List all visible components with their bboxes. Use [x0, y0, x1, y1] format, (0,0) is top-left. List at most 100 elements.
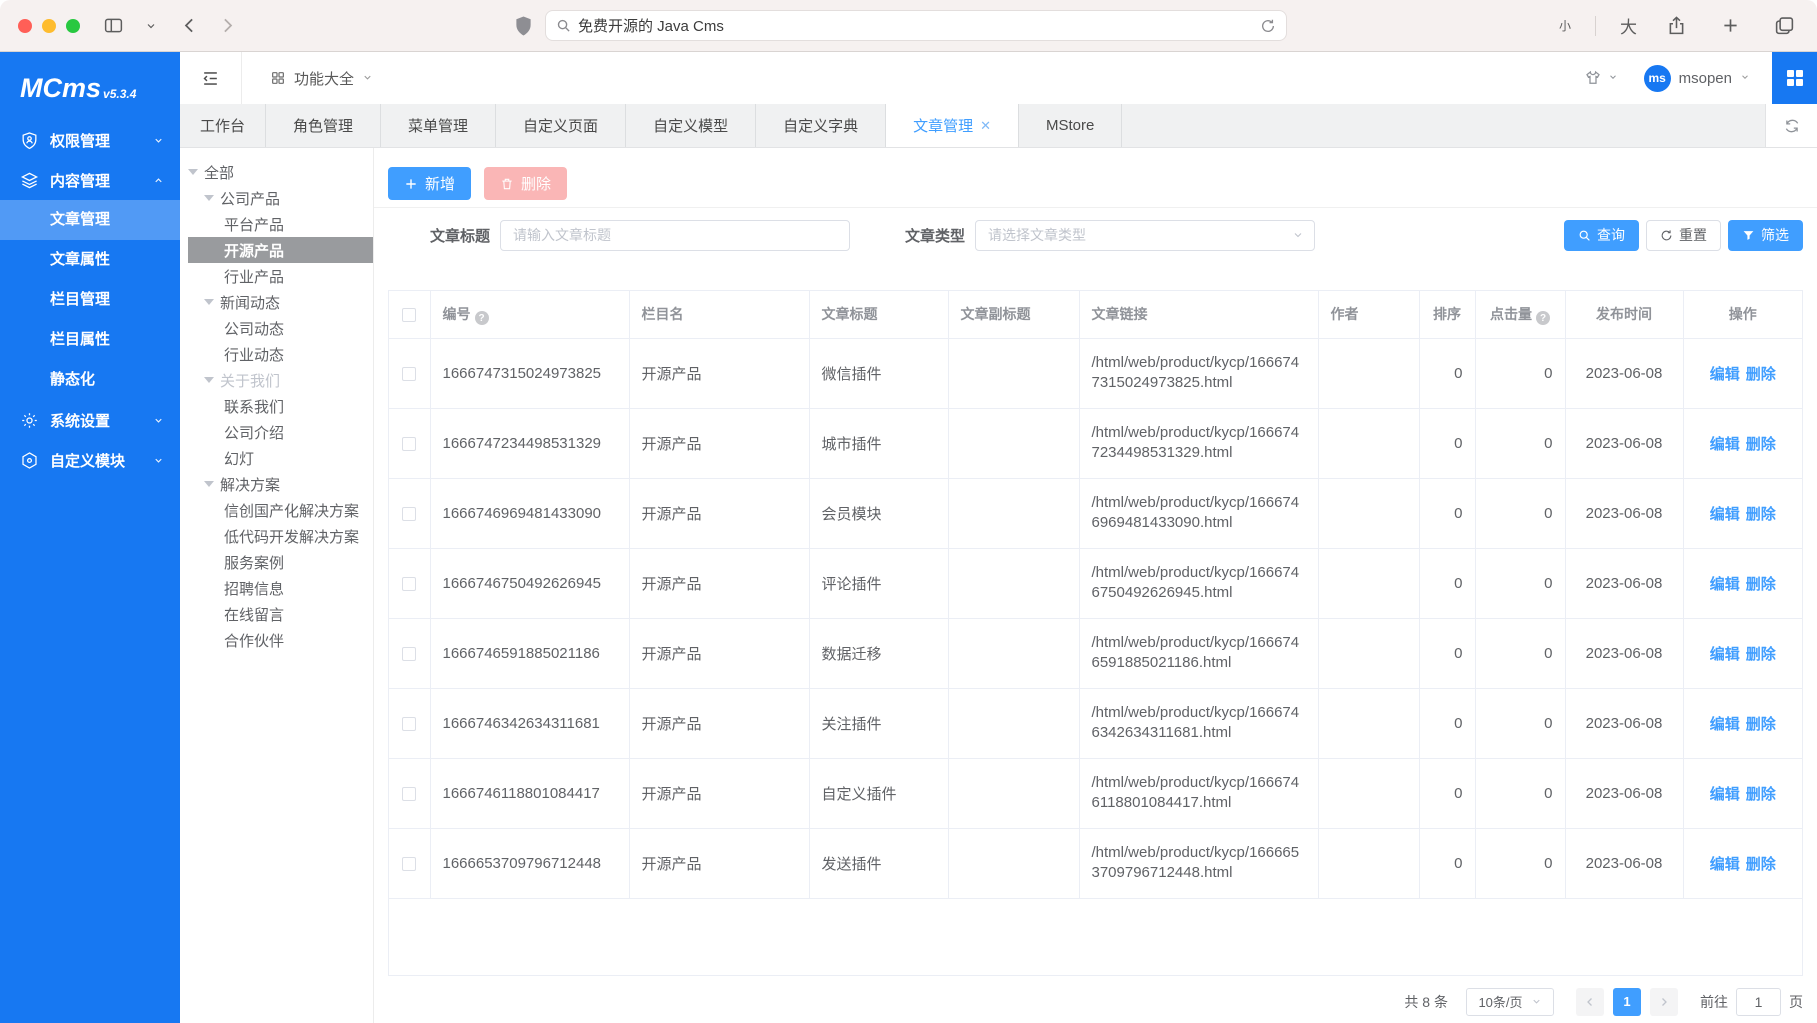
tree-node-全部[interactable]: 全部 [180, 159, 373, 185]
delete-link[interactable]: 删除 [1746, 506, 1776, 523]
sidebar-item-system[interactable]: 系统设置 [0, 400, 180, 440]
select-all-checkbox[interactable] [402, 308, 416, 322]
tree-node-开源产品[interactable]: 开源产品 [188, 237, 373, 263]
tree-node-在线留言[interactable]: 在线留言 [180, 601, 373, 627]
edit-link[interactable]: 编辑 [1710, 856, 1740, 873]
close-icon[interactable]: ✕ [980, 119, 991, 132]
feature-menu[interactable]: 功能大全 [270, 68, 373, 89]
share-icon[interactable] [1661, 11, 1691, 41]
close-window-button[interactable] [18, 19, 32, 33]
delete-link[interactable]: 删除 [1746, 436, 1776, 453]
tree-node-幻灯[interactable]: 幻灯 [180, 445, 373, 471]
edit-link[interactable]: 编辑 [1710, 576, 1740, 593]
tree-node-关于我们[interactable]: 关于我们 [180, 367, 373, 393]
edit-link[interactable]: 编辑 [1710, 786, 1740, 803]
tab-overview-icon[interactable] [1769, 11, 1799, 41]
text-smaller-button[interactable]: 小 [1559, 17, 1571, 34]
delete-link[interactable]: 删除 [1746, 786, 1776, 803]
delete-link[interactable]: 删除 [1746, 716, 1776, 733]
row-checkbox[interactable] [402, 787, 416, 801]
user-menu[interactable]: ms msopen [1644, 65, 1750, 92]
tree-node-解决方案[interactable]: 解决方案 [180, 471, 373, 497]
tree-node-信创国产化解决方案[interactable]: 信创国产化解决方案 [180, 497, 373, 523]
next-page-button[interactable] [1650, 988, 1678, 1016]
delete-link[interactable]: 删除 [1746, 576, 1776, 593]
back-button[interactable] [174, 11, 204, 41]
edit-link[interactable]: 编辑 [1710, 716, 1740, 733]
edit-link[interactable]: 编辑 [1710, 366, 1740, 383]
row-checkbox[interactable] [402, 367, 416, 381]
tab-自定义页面[interactable]: 自定义页面 [496, 104, 626, 147]
sidebar-subitem-文章管理[interactable]: 文章管理 [0, 200, 180, 240]
edit-link[interactable]: 编辑 [1710, 436, 1740, 453]
search-button[interactable]: 查询 [1564, 220, 1639, 251]
tab-文章管理[interactable]: 文章管理 ✕ [886, 104, 1019, 147]
tab-角色管理[interactable]: 角色管理 [266, 104, 381, 147]
address-bar[interactable]: 免费开源的 Java Cms [545, 10, 1287, 41]
row-checkbox[interactable] [402, 857, 416, 871]
filter-button[interactable]: 筛选 [1728, 220, 1803, 251]
title-filter-input[interactable] [500, 220, 850, 251]
row-checkbox[interactable] [402, 577, 416, 591]
tree-node-新闻动态[interactable]: 新闻动态 [180, 289, 373, 315]
delete-link[interactable]: 删除 [1746, 366, 1776, 383]
tree-node-行业产品[interactable]: 行业产品 [180, 263, 373, 289]
apps-launcher-button[interactable] [1772, 52, 1817, 104]
caret-down-icon[interactable] [204, 299, 214, 305]
sidebar-item-content[interactable]: 内容管理 [0, 160, 180, 200]
delete-link[interactable]: 删除 [1746, 646, 1776, 663]
caret-down-icon[interactable] [204, 195, 214, 201]
tree-node-低代码开发解决方案[interactable]: 低代码开发解决方案 [180, 523, 373, 549]
caret-down-icon[interactable] [188, 169, 198, 175]
sidebar-subitem-静态化[interactable]: 静态化 [0, 360, 180, 400]
tab-工作台[interactable]: 工作台 [180, 104, 266, 147]
chevron-down-icon[interactable] [136, 11, 166, 41]
help-icon[interactable]: ? [475, 311, 489, 325]
sidebar-subitem-栏目属性[interactable]: 栏目属性 [0, 320, 180, 360]
caret-down-icon[interactable] [204, 377, 214, 383]
goto-page-input[interactable] [1736, 988, 1781, 1016]
theme-picker[interactable] [1584, 69, 1618, 87]
type-filter-select[interactable]: 请选择文章类型 [975, 220, 1315, 251]
delete-link[interactable]: 删除 [1746, 856, 1776, 873]
page-size-select[interactable]: 10条/页 [1466, 988, 1554, 1016]
refresh-tab-button[interactable] [1765, 104, 1817, 147]
sidebar-item-custom[interactable]: 自定义模块 [0, 440, 180, 480]
help-icon[interactable]: ? [1536, 311, 1550, 325]
add-button[interactable]: 新增 [388, 167, 471, 200]
tree-node-招聘信息[interactable]: 招聘信息 [180, 575, 373, 601]
row-checkbox[interactable] [402, 437, 416, 451]
forward-button[interactable] [212, 11, 242, 41]
tree-node-公司产品[interactable]: 公司产品 [180, 185, 373, 211]
edit-link[interactable]: 编辑 [1710, 646, 1740, 663]
browser-sidebar-toggle-icon[interactable] [98, 11, 128, 41]
tab-自定义字典[interactable]: 自定义字典 [756, 104, 886, 147]
sidebar-item-permissions[interactable]: 权限管理 [0, 120, 180, 160]
tab-自定义模型[interactable]: 自定义模型 [626, 104, 756, 147]
sidebar-collapse-button[interactable] [180, 52, 242, 104]
row-checkbox[interactable] [402, 647, 416, 661]
row-checkbox[interactable] [402, 717, 416, 731]
tree-node-公司动态[interactable]: 公司动态 [180, 315, 373, 341]
reload-icon[interactable] [1260, 18, 1276, 34]
tree-node-平台产品[interactable]: 平台产品 [180, 211, 373, 237]
row-checkbox[interactable] [402, 507, 416, 521]
page-number-1[interactable]: 1 [1613, 988, 1641, 1016]
text-larger-button[interactable]: 大 [1620, 13, 1637, 38]
privacy-shield-icon[interactable] [514, 15, 533, 37]
prev-page-button[interactable] [1576, 988, 1604, 1016]
tab-MStore[interactable]: MStore [1019, 104, 1122, 147]
tree-node-服务案例[interactable]: 服务案例 [180, 549, 373, 575]
sidebar-subitem-文章属性[interactable]: 文章属性 [0, 240, 180, 280]
reset-button[interactable]: 重置 [1646, 220, 1721, 251]
tree-node-公司介绍[interactable]: 公司介绍 [180, 419, 373, 445]
tab-菜单管理[interactable]: 菜单管理 [381, 104, 496, 147]
sidebar-subitem-栏目管理[interactable]: 栏目管理 [0, 280, 180, 320]
tree-node-合作伙伴[interactable]: 合作伙伴 [180, 627, 373, 653]
minimize-window-button[interactable] [42, 19, 56, 33]
edit-link[interactable]: 编辑 [1710, 506, 1740, 523]
tree-node-联系我们[interactable]: 联系我们 [180, 393, 373, 419]
new-tab-icon[interactable] [1715, 11, 1745, 41]
zoom-window-button[interactable] [66, 19, 80, 33]
caret-down-icon[interactable] [204, 481, 214, 487]
